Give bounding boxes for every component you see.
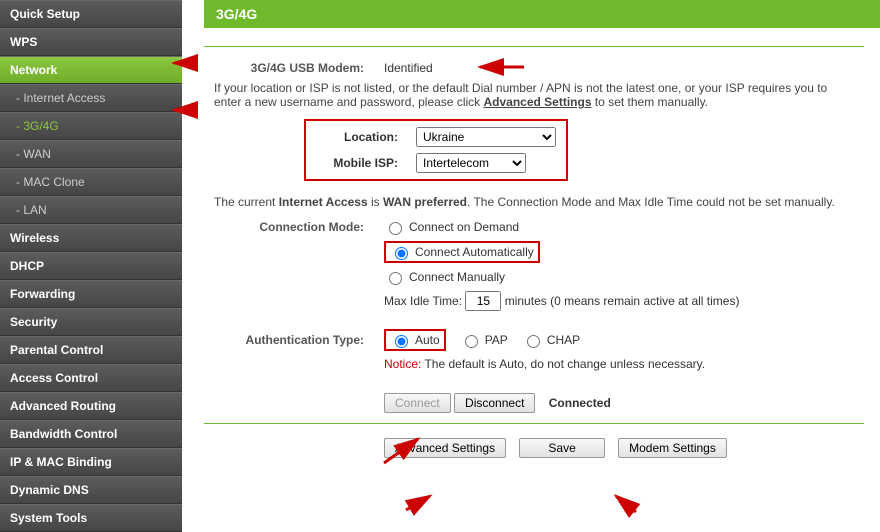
sidebar-item-quick-setup[interactable]: Quick Setup <box>0 0 182 28</box>
sidebar-item-access-control[interactable]: Access Control <box>0 364 182 392</box>
sidebar-item-forwarding[interactable]: Forwarding <box>0 280 182 308</box>
auth-chap-radio[interactable] <box>527 335 540 348</box>
sidebar-item-ip-mac-binding[interactable]: IP & MAC Binding <box>0 448 182 476</box>
connect-automatically-radio[interactable] <box>395 247 408 260</box>
auth-auto-highlight: Auto <box>384 329 446 351</box>
modem-settings-button[interactable]: Modem Settings <box>618 438 727 458</box>
sidebar-item-system-tools[interactable]: System Tools <box>0 504 182 532</box>
auth-chap-text: CHAP <box>547 333 580 347</box>
mobile-isp-select[interactable]: Intertelecom <box>416 153 526 173</box>
location-label: Location: <box>316 130 416 144</box>
auth-pap-radio[interactable] <box>465 335 478 348</box>
disconnect-button[interactable]: Disconnect <box>454 393 535 413</box>
location-isp-highlight: Location: Ukraine Mobile ISP: Intertelec… <box>304 119 568 181</box>
notice-label: Notice: <box>384 357 421 371</box>
connect-on-demand-text: Connect on Demand <box>409 220 519 234</box>
max-idle-label: Max Idle Time: <box>384 294 462 308</box>
advanced-settings-button[interactable]: Advanced Settings <box>384 438 506 458</box>
isp-note: If your location or ISP is not listed, o… <box>214 81 854 109</box>
sidebar-item-lan[interactable]: - LAN <box>0 196 182 224</box>
main-content: 3G/4G 3G/4G USB Modem: Identified If you… <box>182 0 880 458</box>
sidebar-item-security[interactable]: Security <box>0 308 182 336</box>
max-idle-input[interactable] <box>465 291 501 311</box>
modem-label: 3G/4G USB Modem: <box>204 61 384 75</box>
connect-auto-highlight: Connect Automatically <box>384 241 540 263</box>
connection-mode-label: Connection Mode: <box>204 220 384 234</box>
sidebar-item-parental-control[interactable]: Parental Control <box>0 336 182 364</box>
notice-text: The default is Auto, do not change unles… <box>421 357 705 371</box>
save-button[interactable]: Save <box>519 438 604 458</box>
location-select[interactable]: Ukraine <box>416 127 556 147</box>
auth-type-label: Authentication Type: <box>204 333 384 347</box>
sidebar-item-advanced-routing[interactable]: Advanced Routing <box>0 392 182 420</box>
mobile-isp-label: Mobile ISP: <box>316 156 416 170</box>
sidebar-item-wireless[interactable]: Wireless <box>0 224 182 252</box>
sidebar-item-wan[interactable]: - WAN <box>0 140 182 168</box>
sidebar-item-dhcp[interactable]: DHCP <box>0 252 182 280</box>
sidebar-item-dynamic-dns[interactable]: Dynamic DNS <box>0 476 182 504</box>
connect-button[interactable]: Connect <box>384 393 451 413</box>
divider-bottom <box>204 423 864 424</box>
connect-automatically-text: Connect Automatically <box>415 245 534 259</box>
auth-pap-text: PAP <box>485 333 508 347</box>
sidebar-item-mac-clone[interactable]: - MAC Clone <box>0 168 182 196</box>
connect-manually-text: Connect Manually <box>409 270 505 284</box>
max-idle-suffix: minutes (0 means remain active at all ti… <box>505 294 740 308</box>
page-title: 3G/4G <box>204 0 880 28</box>
sidebar-item-wps[interactable]: WPS <box>0 28 182 56</box>
modem-status: Identified <box>384 61 433 75</box>
wan-preferred-note: The current Internet Access is WAN prefe… <box>214 195 854 209</box>
connect-manually-radio[interactable] <box>389 272 402 285</box>
sidebar-item-internet-access[interactable]: - Internet Access <box>0 84 182 112</box>
sidebar: Quick Setup WPS Network - Internet Acces… <box>0 0 182 532</box>
auth-auto-radio[interactable] <box>395 335 408 348</box>
connection-status: Connected <box>549 396 611 410</box>
connect-on-demand-radio[interactable] <box>389 222 402 235</box>
sidebar-item-3g4g[interactable]: - 3G/4G <box>0 112 182 140</box>
sidebar-item-bandwidth-control[interactable]: Bandwidth Control <box>0 420 182 448</box>
sidebar-item-network[interactable]: Network <box>0 56 182 84</box>
auth-auto-text: Auto <box>415 333 440 347</box>
divider <box>204 46 864 47</box>
